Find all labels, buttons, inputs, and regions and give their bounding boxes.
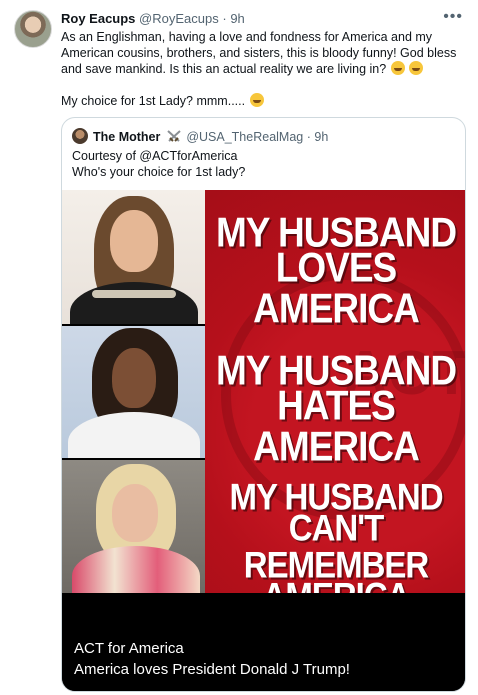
headline-line: LOVES AMERICA bbox=[253, 244, 420, 332]
headline-line: CAN'T REMEMBER bbox=[243, 506, 430, 586]
author-handle[interactable]: @RoyEacups bbox=[139, 11, 219, 26]
tweet-header: Roy Eacups @RoyEacups · 9h bbox=[61, 11, 245, 27]
timestamp[interactable]: 9h bbox=[230, 11, 244, 26]
quoted-text-line: Courtesy of @ACTforAmerica bbox=[72, 149, 238, 163]
tweet-text-line: My choice for 1st Lady? mmm..... bbox=[61, 93, 461, 109]
portrait-photo-1 bbox=[62, 190, 205, 324]
crossed-swords-icon bbox=[167, 130, 181, 142]
tweet[interactable]: Roy Eacups @RoyEacups · 9h ••• As an Eng… bbox=[0, 0, 478, 695]
tweet-text-span: and save mankind. Is this an actual real… bbox=[61, 62, 387, 76]
tears-of-joy-emoji bbox=[409, 61, 424, 75]
avatar[interactable] bbox=[14, 10, 52, 48]
portrait-photo-3 bbox=[62, 460, 205, 593]
media-caption-title: ACT for America bbox=[74, 640, 184, 657]
media-caption-bar: ACT for America America loves President … bbox=[62, 593, 465, 691]
tweet-text: As an Englishman, having a love and fond… bbox=[61, 29, 461, 109]
quoted-text-line: Who's your choice for 1st lady? bbox=[72, 165, 246, 179]
quoted-tweet[interactable]: The Mother @USA_TheRealMag · 9h Courtesy… bbox=[61, 117, 466, 692]
quoted-avatar[interactable] bbox=[72, 128, 88, 144]
more-horizontal-icon[interactable]: ••• bbox=[443, 8, 463, 26]
media-caption-text: America loves President Donald J Trump! bbox=[74, 661, 350, 678]
quoted-author-handle[interactable]: @USA_TheRealMag bbox=[186, 130, 303, 144]
tweet-text-line: As an Englishman, having a love and fond… bbox=[61, 30, 433, 44]
quoted-header: The Mother @USA_TheRealMag · 9h bbox=[93, 129, 328, 145]
grinning-emoji bbox=[249, 93, 264, 107]
quoted-author-name[interactable]: The Mother bbox=[93, 130, 160, 144]
tweet-text-line: American cousins, brothers, and sisters,… bbox=[61, 46, 457, 60]
headline-1: MY HUSBAND LOVES AMERICA bbox=[205, 212, 465, 330]
quoted-timestamp[interactable]: 9h bbox=[314, 130, 328, 144]
tweet-text-line: and save mankind. Is this an actual real… bbox=[61, 61, 461, 77]
headline-2: MY HUSBAND HATES AMERICA bbox=[205, 350, 465, 468]
author-name[interactable]: Roy Eacups bbox=[61, 11, 135, 26]
tweet-text-span: My choice for 1st Lady? mmm..... bbox=[61, 94, 246, 108]
rolling-on-floor-laughing-emoji bbox=[390, 61, 405, 75]
separator: · bbox=[222, 11, 227, 26]
portrait-photo-2 bbox=[62, 326, 205, 458]
headline-line: HATES AMERICA bbox=[253, 382, 420, 470]
quoted-text: Courtesy of @ACTforAmerica Who's your ch… bbox=[72, 148, 245, 180]
separator: · bbox=[306, 130, 311, 144]
headline-panel: ACT MY HUSBAND LOVES AMERICA MY HUSBAND … bbox=[205, 190, 465, 614]
quoted-media-image[interactable]: ACT MY HUSBAND LOVES AMERICA MY HUSBAND … bbox=[62, 190, 465, 691]
